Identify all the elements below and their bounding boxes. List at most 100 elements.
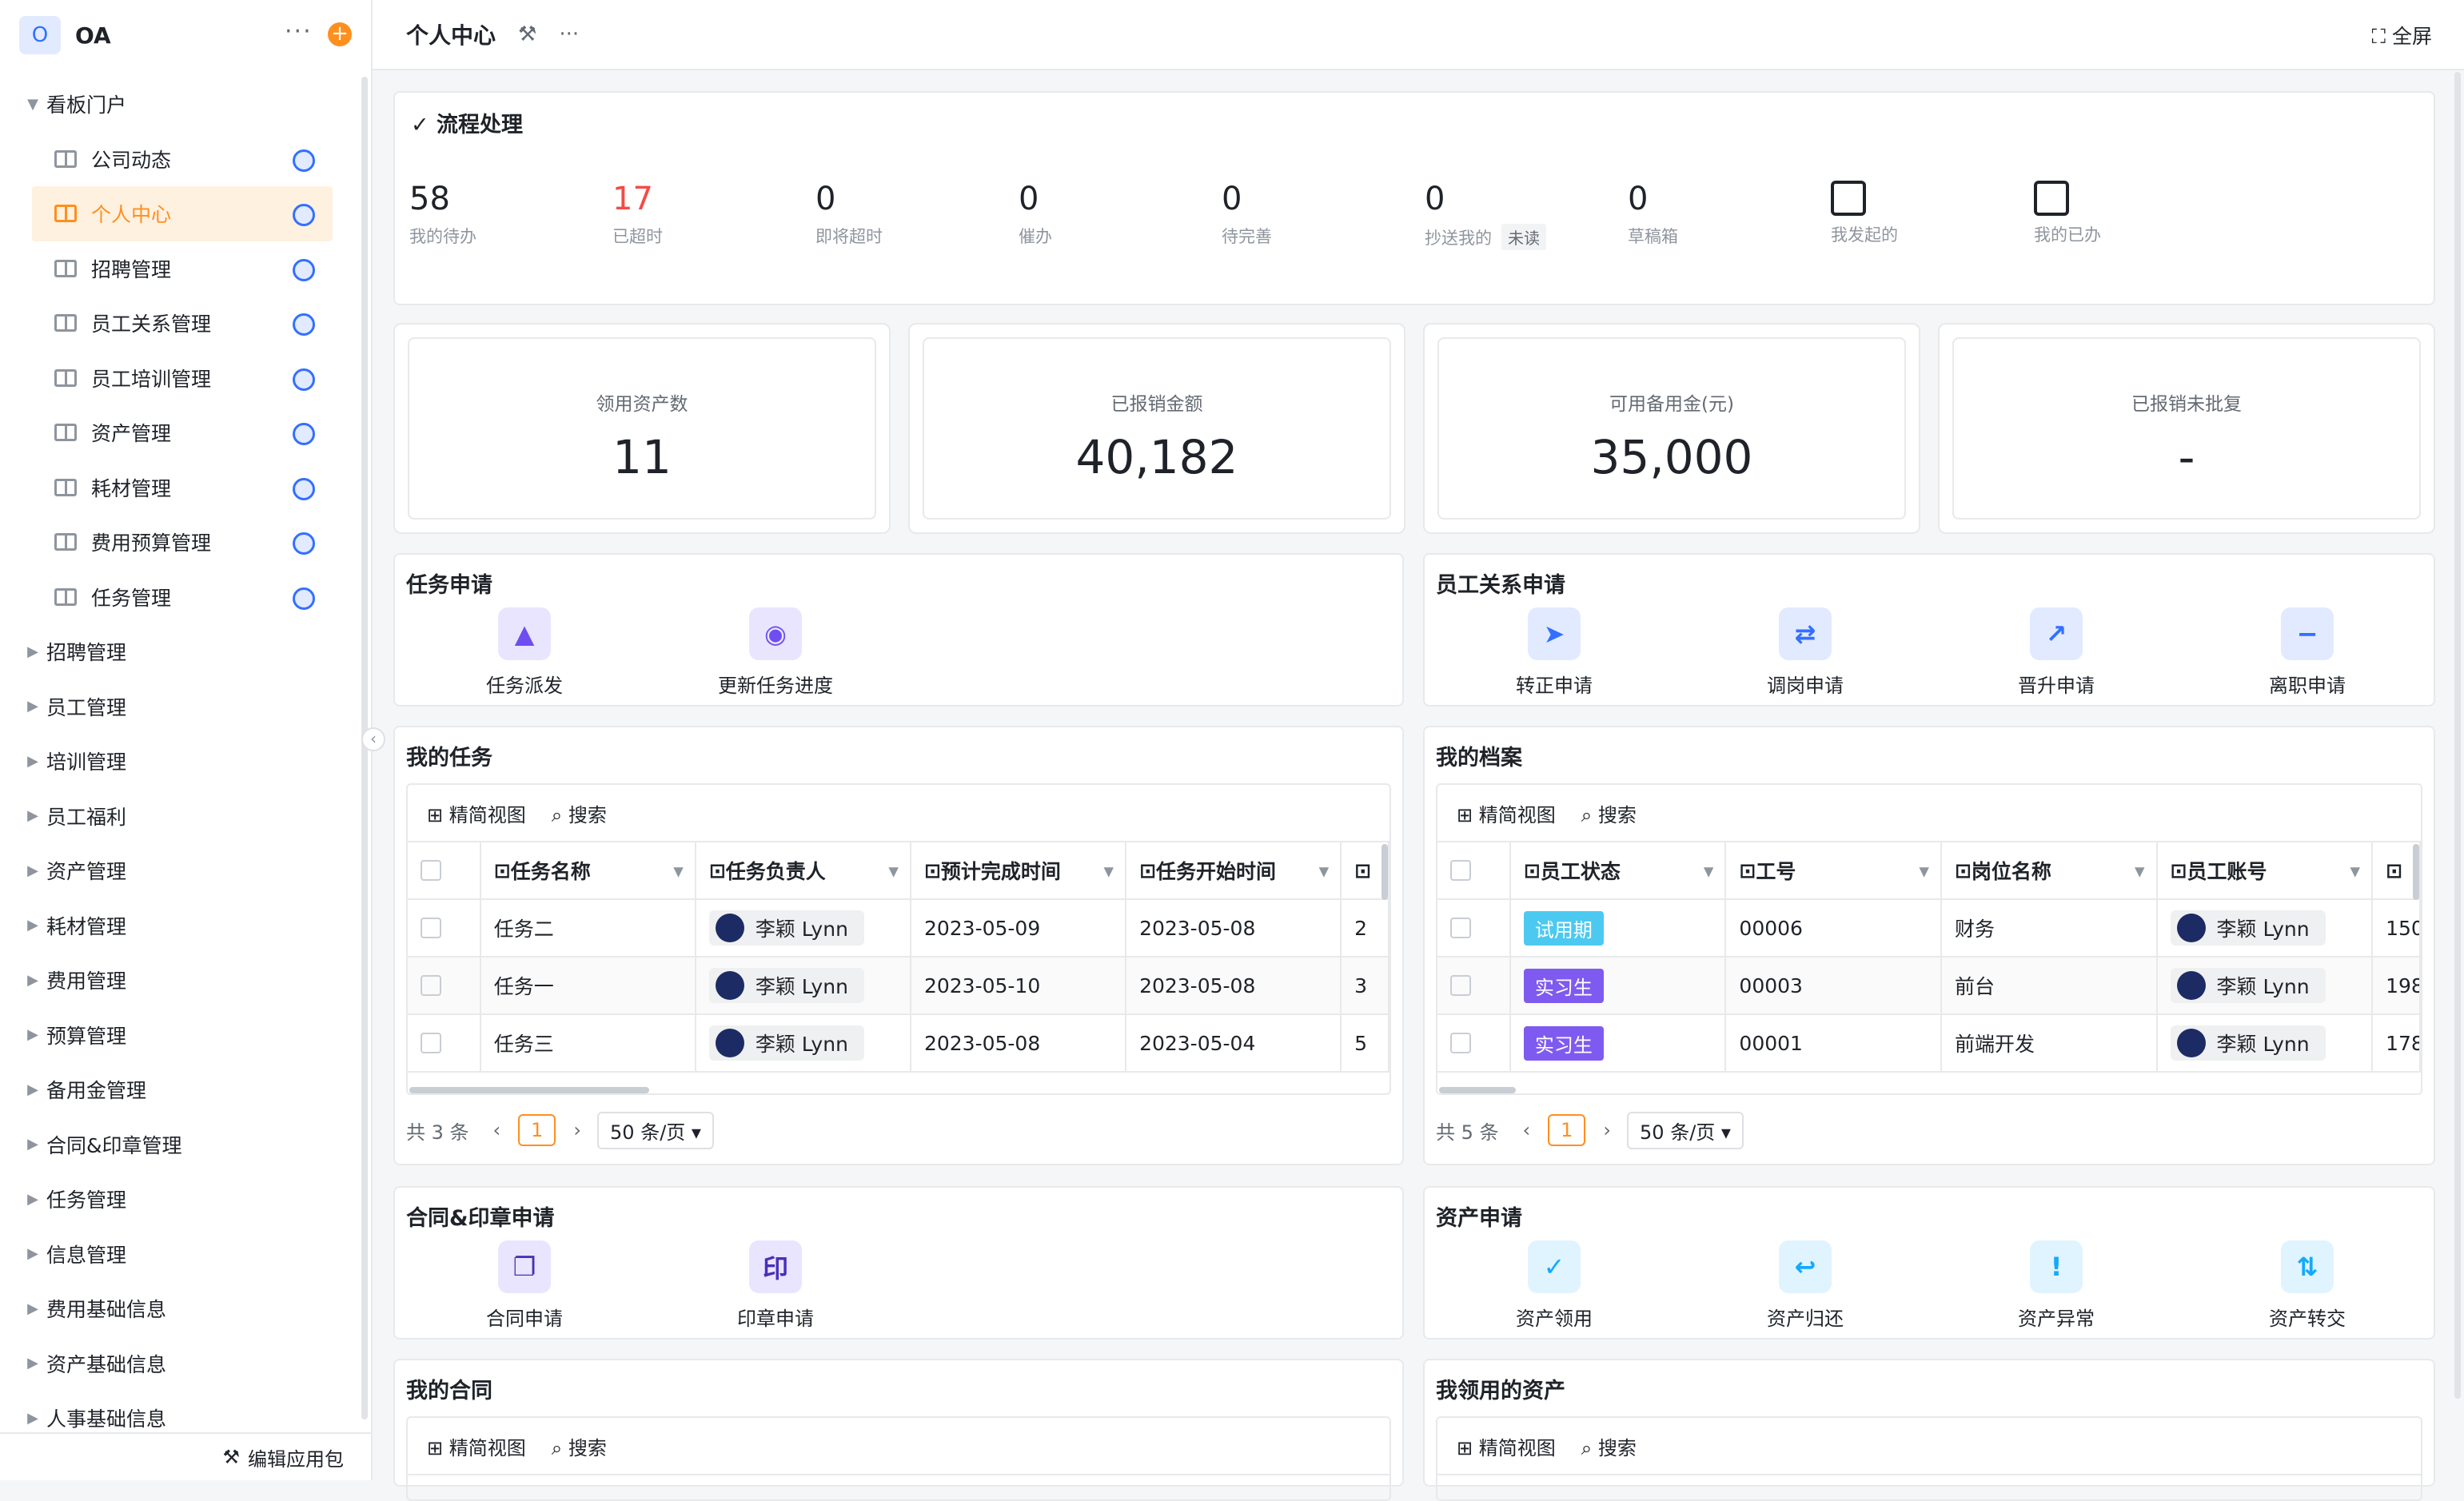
entry-asset_apply-1[interactable]: ↩ 资产归还 [1725,1240,1885,1331]
compact-view-button[interactable]: ⊞ 精简视图 [427,799,526,827]
sort-caret-icon[interactable]: ▾ [1104,859,1114,882]
person-tag[interactable]: 李颖 Lynn [2170,968,2326,1003]
flow-stat-7[interactable]: 我发起的 [1831,181,2023,246]
person-tag[interactable]: 李颖 Lynn [2170,1025,2326,1061]
search-button[interactable]: ⌕ 搜索 [552,799,607,827]
person-tag[interactable]: 李颖 Lynn [708,910,864,946]
sidebar-item-0-4[interactable]: 员工培训管理 [0,351,352,406]
person-tag[interactable]: 李颖 Lynn [2170,910,2326,946]
sidebar-group-3[interactable]: ▶ 培训管理 [0,734,352,789]
column-header[interactable]: ⊡ 员工账号 ▾ [2158,842,2374,898]
search-button[interactable]: ⌕ 搜索 [552,1432,607,1460]
sort-caret-icon[interactable]: ▾ [1319,859,1330,882]
column-header[interactable]: ⊡ 任务负责人 ▾ [696,842,911,898]
sort-caret-icon[interactable]: ▾ [2350,859,2361,882]
search-button[interactable]: ⌕ 搜索 [1581,799,1637,827]
table-row[interactable]: 试用期 00006 财务 李颖 Lynn 150 [1437,900,2421,958]
sidebar-group-13[interactable]: ▶ 费用基础信息 [0,1281,352,1336]
entry-staff_apply-0[interactable]: ➤ 转正申请 [1474,607,1634,698]
compact-view-button[interactable]: ⊞ 精简视图 [427,1432,526,1460]
row-checkbox[interactable] [421,1033,441,1053]
caret-right-icon[interactable]: ▶ [19,1245,46,1262]
entry-asset_apply-0[interactable]: ✓ 资产领用 [1474,1240,1634,1331]
caret-right-icon[interactable]: ▶ [19,698,46,715]
sidebar-group-8[interactable]: ▶ 预算管理 [0,1008,352,1063]
sort-caret-icon[interactable]: ▾ [2135,859,2145,882]
sidebar-item-0-0[interactable]: 公司动态 [0,132,352,187]
caret-right-icon[interactable]: ▶ [19,1355,46,1372]
flow-stat-3[interactable]: 0 催办 [1019,181,1210,248]
sidebar-group-6[interactable]: ▶ 耗材管理 [0,898,352,954]
entry-staff_apply-3[interactable]: − 离职申请 [2227,607,2387,698]
table-row[interactable]: 任务一 李颖 Lynn 2023-05-10 2023-05-08 3 [408,958,1389,1015]
sidebar-item-0-2[interactable]: 招聘管理 [0,241,352,297]
column-header[interactable]: ⊡ 任务开始时间 ▾ [1126,842,1342,898]
sidebar-item-0-6[interactable]: 耗材管理 [0,460,352,516]
page-button[interactable]: 1 [518,1114,556,1146]
next-page-icon[interactable]: › [1603,1119,1611,1141]
column-header[interactable]: ⊡ 任务名称 ▾ [481,842,696,898]
sidebar-group-12[interactable]: ▶ 信息管理 [0,1227,352,1282]
row-checkbox[interactable] [1450,975,1471,996]
flow-stat-0[interactable]: 58 我的待办 [409,181,601,248]
entry-task_apply-0[interactable]: ▲ 任务派发 [445,607,604,698]
caret-right-icon[interactable]: ▶ [19,1300,46,1317]
sidebar-item-0-7[interactable]: 费用预算管理 [0,515,352,570]
collapse-sidebar-icon[interactable]: ‹ [361,727,385,751]
prev-page-icon[interactable]: ‹ [493,1119,501,1141]
compact-view-button[interactable]: ⊞ 精简视图 [1457,1432,1556,1460]
flow-stat-5[interactable]: 0 抄送我的 未读 [1425,181,1617,250]
sidebar-group-5[interactable]: ▶ 资产管理 [0,843,352,898]
entry-asset_apply-3[interactable]: ⇅ 资产转交 [2227,1240,2387,1331]
entry-contract_apply-1[interactable]: 印印章申请 [696,1240,855,1331]
table-row[interactable]: 实习生 00003 前台 李颖 Lynn 198 [1437,958,2421,1015]
caret-right-icon[interactable]: ▶ [19,917,46,934]
main-scrollbar[interactable] [2454,72,2461,1399]
caret-down-icon[interactable]: ▼ [19,96,46,113]
entry-staff_apply-1[interactable]: ⇄ 调岗申请 [1725,607,1885,698]
flow-stat-8[interactable]: 我的已办 [2034,181,2226,246]
vertical-scrollbar[interactable] [2413,844,2419,900]
sort-caret-icon[interactable]: ▾ [1919,859,1929,882]
flow-stat-2[interactable]: 0 即将超时 [815,181,1007,248]
compact-view-button[interactable]: ⊞ 精简视图 [1457,799,1556,827]
add-icon[interactable]: + [328,22,352,46]
sidebar-group-4[interactable]: ▶ 员工福利 [0,789,352,844]
more-options-icon[interactable]: ··· [559,22,579,46]
table-row[interactable]: 任务三 李颖 Lynn 2023-05-08 2023-05-04 5 [408,1015,1389,1073]
sidebar-group-10[interactable]: ▶ 合同&印章管理 [0,1117,352,1173]
sidebar-group-11[interactable]: ▶ 任务管理 [0,1172,352,1227]
sidebar-item-0-1[interactable]: 个人中心 [32,186,333,241]
caret-right-icon[interactable]: ▶ [19,862,46,879]
flow-stat-1[interactable]: 17 已超时 [612,181,804,248]
select-all-checkbox[interactable] [421,860,441,881]
search-button[interactable]: ⌕ 搜索 [1581,1432,1637,1460]
horizontal-scrollbar[interactable] [409,1087,649,1093]
caret-right-icon[interactable]: ▶ [19,1191,46,1208]
column-header[interactable]: ⊡ 工号 ▾ [1726,842,1942,898]
caret-right-icon[interactable]: ▶ [19,643,46,660]
column-header[interactable]: ⊡ 员工状态 ▾ [1511,842,1727,898]
sidebar-group-2[interactable]: ▶ 员工管理 [0,679,352,735]
sidebar-group-1[interactable]: ▶ 招聘管理 [0,624,352,679]
row-checkbox[interactable] [421,918,441,938]
select-all-checkbox[interactable] [1450,860,1471,881]
table-row[interactable]: 任务二 李颖 Lynn 2023-05-09 2023-05-08 2 [408,900,1389,958]
sort-caret-icon[interactable]: ▾ [1704,859,1714,882]
person-tag[interactable]: 李颖 Lynn [708,1025,864,1061]
row-checkbox[interactable] [1450,1033,1471,1053]
more-icon[interactable]: ··· [285,18,313,46]
sidebar-group-14[interactable]: ▶ 资产基础信息 [0,1336,352,1392]
sort-caret-icon[interactable]: ▾ [888,859,899,882]
fullscreen-button[interactable]: ⛶ 全屏 [2372,21,2432,50]
table-row[interactable]: 实习生 00001 前端开发 李颖 Lynn 178 [1437,1015,2421,1073]
page-size-select[interactable]: 50 条/页 ▾ [1627,1111,1744,1149]
sidebar-item-0-5[interactable]: 资产管理 [0,405,352,460]
caret-right-icon[interactable]: ▶ [19,1081,46,1098]
sidebar-group-9[interactable]: ▶ 备用金管理 [0,1062,352,1117]
person-tag[interactable]: 李颖 Lynn [708,968,864,1003]
entry-contract_apply-0[interactable]: ❐ 合同申请 [445,1240,604,1331]
sidebar-group-0[interactable]: ▼ 看板门户 [0,77,352,132]
settings-wrench-icon[interactable]: ⚒ [518,22,536,46]
caret-right-icon[interactable]: ▶ [19,807,46,824]
